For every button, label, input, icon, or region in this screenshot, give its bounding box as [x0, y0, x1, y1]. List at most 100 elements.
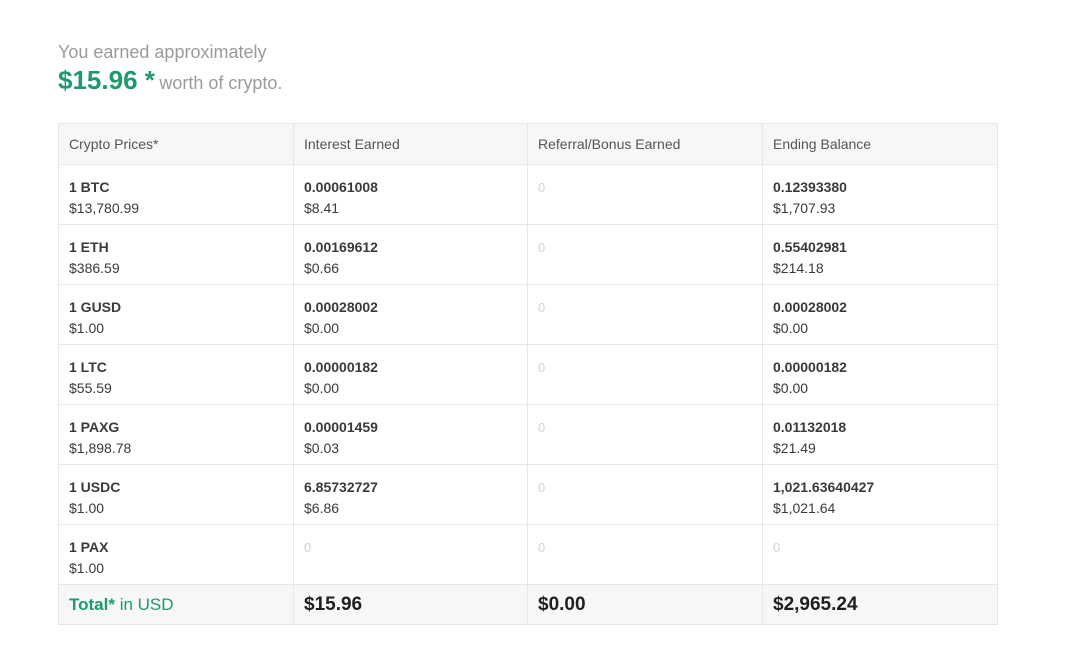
cell-interest: 0.00001459 $0.03	[293, 404, 528, 465]
interest-usd: $6.86	[304, 500, 340, 516]
bonus-value: 0	[538, 240, 546, 255]
bonus-value: 0	[538, 480, 546, 495]
table-row: 1 BTC $13,780.99 0.00061008 $8.41 0 0.12…	[58, 164, 998, 225]
cell-crypto-price: 1 GUSD $1.00	[58, 284, 294, 345]
interest-usd: $0.03	[304, 440, 340, 456]
earnings-table: Crypto Prices* Interest Earned Referral/…	[58, 123, 998, 625]
interest-crypto: 6.85732727	[304, 479, 378, 495]
bonus-value: 0	[538, 540, 546, 555]
cell-balance: 0.55402981 $214.18	[762, 224, 998, 285]
cell-bonus: 0	[527, 524, 763, 585]
asset-label: 1 USDC	[69, 479, 121, 495]
balance-usd: $0.00	[773, 320, 809, 336]
summary-intro: You earned approximately	[58, 42, 267, 62]
balance-crypto: 1,021.63640427	[773, 479, 875, 495]
balance-usd: $0.00	[773, 380, 809, 396]
interest-usd: $8.41	[304, 200, 340, 216]
header-crypto-prices: Crypto Prices*	[58, 123, 294, 165]
interest-usd: $0.00	[304, 320, 340, 336]
asset-price: $1.00	[69, 560, 105, 576]
summary-line: $15.96 * worth of crypto.	[58, 64, 282, 101]
cell-bonus: 0	[527, 344, 763, 405]
cell-crypto-price: 1 USDC $1.00	[58, 464, 294, 525]
balance-value: 0	[773, 540, 781, 555]
interest-crypto: 0.00061008	[304, 179, 378, 195]
cell-crypto-price: 1 BTC $13,780.99	[58, 164, 294, 225]
total-interest: $15.96	[293, 584, 528, 625]
balance-usd: $214.18	[773, 260, 824, 276]
cell-crypto-price: 1 PAXG $1,898.78	[58, 404, 294, 465]
cell-bonus: 0	[527, 404, 763, 465]
cell-balance: 0.00028002 $0.00	[762, 284, 998, 345]
table-header-row: Crypto Prices* Interest Earned Referral/…	[58, 123, 998, 165]
header-interest-earned: Interest Earned	[293, 123, 528, 165]
table-row: 1 PAXG $1,898.78 0.00001459 $0.03 0 0.01…	[58, 404, 998, 465]
balance-crypto: 0.00028002	[773, 299, 847, 315]
balance-usd: $1,021.64	[773, 500, 836, 516]
asset-price: $1.00	[69, 320, 105, 336]
total-label-bold: Total*	[69, 595, 115, 614]
table-row: 1 PAX $1.00 0 0 0	[58, 524, 998, 585]
asset-price: $1,898.78	[69, 440, 132, 456]
summary-amount: $15.96 *	[58, 65, 155, 95]
asset-price: $386.59	[69, 260, 120, 276]
asset-price: $13,780.99	[69, 200, 140, 216]
cell-interest: 0.00061008 $8.41	[293, 164, 528, 225]
cell-interest: 0.00169612 $0.66	[293, 224, 528, 285]
cell-balance: 0.01132018 $21.49	[762, 404, 998, 465]
total-label: Total* in USD	[58, 584, 294, 625]
asset-label: 1 ETH	[69, 239, 109, 255]
table-row: 1 GUSD $1.00 0.00028002 $0.00 0 0.000280…	[58, 284, 998, 345]
cell-crypto-price: 1 ETH $386.59	[58, 224, 294, 285]
asset-price: $55.59	[69, 380, 112, 396]
cell-balance: 1,021.63640427 $1,021.64	[762, 464, 998, 525]
interest-crypto: 0.00001459	[304, 419, 378, 435]
bonus-value: 0	[538, 300, 546, 315]
cell-bonus: 0	[527, 464, 763, 525]
total-bonus: $0.00	[527, 584, 763, 625]
balance-crypto: 0.00000182	[773, 359, 847, 375]
interest-value: 0	[304, 540, 312, 555]
cell-balance: 0.00000182 $0.00	[762, 344, 998, 405]
total-label-unit: in USD	[114, 595, 174, 614]
balance-crypto: 0.01132018	[773, 419, 847, 435]
earnings-summary: You earned approximately $15.96 * worth …	[58, 40, 282, 101]
cell-bonus: 0	[527, 224, 763, 285]
cell-interest: 0	[293, 524, 528, 585]
bonus-value: 0	[538, 180, 546, 195]
cell-balance: 0	[762, 524, 998, 585]
total-balance: $2,965.24	[762, 584, 998, 625]
table-row: 1 LTC $55.59 0.00000182 $0.00 0 0.000001…	[58, 344, 998, 405]
asset-label: 1 GUSD	[69, 299, 122, 315]
summary-suffix: worth of crypto.	[159, 73, 283, 93]
cell-interest: 0.00028002 $0.00	[293, 284, 528, 345]
table-row: 1 USDC $1.00 6.85732727 $6.86 0 1,021.63…	[58, 464, 998, 525]
asset-label: 1 BTC	[69, 179, 110, 195]
table-row: 1 ETH $386.59 0.00169612 $0.66 0 0.55402…	[58, 224, 998, 285]
cell-interest: 6.85732727 $6.86	[293, 464, 528, 525]
header-ending-balance: Ending Balance	[762, 123, 998, 165]
cell-interest: 0.00000182 $0.00	[293, 344, 528, 405]
interest-crypto: 0.00028002	[304, 299, 378, 315]
interest-usd: $0.66	[304, 260, 340, 276]
balance-crypto: 0.55402981	[773, 239, 847, 255]
cell-crypto-price: 1 LTC $55.59	[58, 344, 294, 405]
balance-usd: $21.49	[773, 440, 816, 456]
cell-bonus: 0	[527, 164, 763, 225]
cell-balance: 0.12393380 $1,707.93	[762, 164, 998, 225]
bonus-value: 0	[538, 420, 546, 435]
asset-label: 1 PAXG	[69, 419, 120, 435]
interest-crypto: 0.00169612	[304, 239, 378, 255]
asset-label: 1 LTC	[69, 359, 107, 375]
asset-price: $1.00	[69, 500, 105, 516]
balance-usd: $1,707.93	[773, 200, 836, 216]
cell-bonus: 0	[527, 284, 763, 345]
interest-usd: $0.00	[304, 380, 340, 396]
bonus-value: 0	[538, 360, 546, 375]
header-referral-bonus: Referral/Bonus Earned	[527, 123, 763, 165]
cell-crypto-price: 1 PAX $1.00	[58, 524, 294, 585]
asset-label: 1 PAX	[69, 539, 109, 555]
interest-crypto: 0.00000182	[304, 359, 378, 375]
total-row: Total* in USD $15.96 $0.00 $2,965.24	[58, 584, 998, 625]
balance-crypto: 0.12393380	[773, 179, 847, 195]
